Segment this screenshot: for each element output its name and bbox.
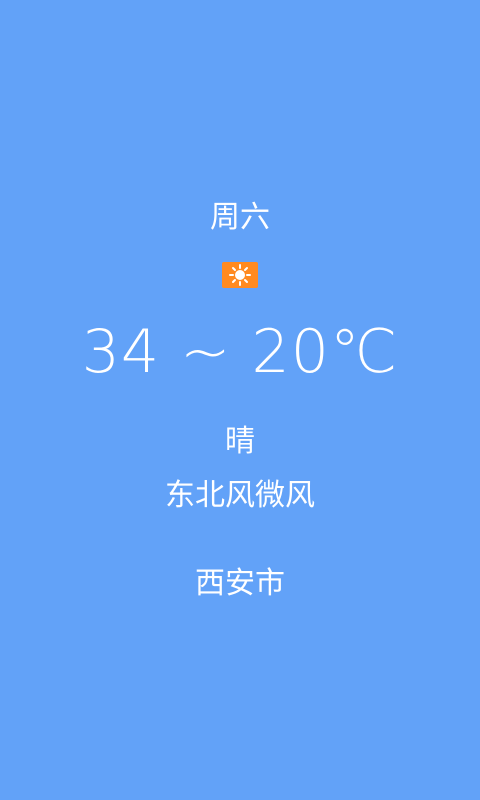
sun-icon — [222, 262, 258, 288]
weather-screen: 周六 34 ~ 20℃ 晴 东北风微风 西安市 — [0, 0, 480, 800]
weather-condition: 晴 — [225, 424, 255, 459]
city-name: 西安市 — [195, 566, 285, 601]
day-of-week: 周六 — [210, 200, 270, 235]
temperature-range: 34 ~ 20℃ — [81, 317, 399, 387]
wind-info: 东北风微风 — [165, 478, 315, 513]
